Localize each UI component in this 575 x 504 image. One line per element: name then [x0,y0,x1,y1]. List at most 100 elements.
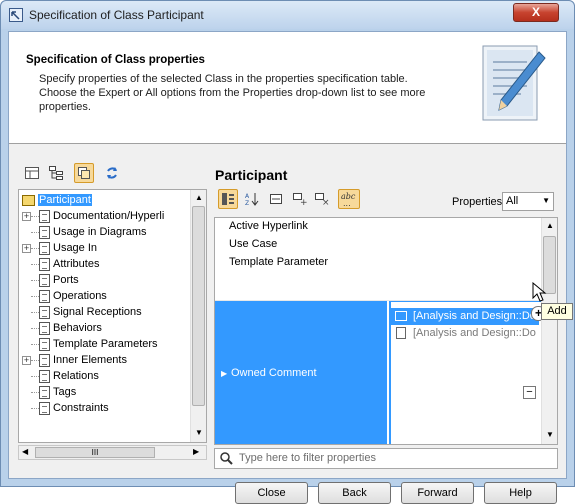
expand-toggle[interactable]: + [22,211,31,221]
document-icon [39,273,50,287]
tree-item-tags[interactable]: Tags [31,384,76,400]
tree-item-usage-in-diagrams[interactable]: Usage in Diagrams [31,224,147,240]
add-tooltip: Add [541,303,573,320]
mouse-cursor-icon [532,282,547,302]
document-icon [39,337,50,351]
collapse-view-icon[interactable] [266,189,286,209]
tree-item-template-parameters[interactable]: Template Parameters [31,336,158,352]
document-icon [39,369,50,383]
tree-hscroll-thumb[interactable]: III [35,447,155,458]
tree-item-signal-receptions[interactable]: Signal Receptions [31,304,142,320]
comment-item-label: [Analysis and Design::Do [413,310,536,322]
tree-item-usage-in[interactable]: + Usage In [22,240,97,256]
grid-view-icon[interactable] [22,163,42,183]
filter-placeholder: Type here to filter properties [239,452,376,464]
dialog-window: Specification of Class Participant X Spe… [0,0,575,504]
document-icon [39,385,50,399]
comment-item[interactable]: [Analysis and Design::Do [391,325,539,342]
scroll-down-icon[interactable]: ▼ [195,428,203,437]
scroll-right-icon[interactable]: ▶ [193,447,199,456]
categorized-view-icon[interactable] [218,189,238,209]
comment-list[interactable]: [Analysis and Design::Do [Analysis and D… [391,302,546,444]
tree-item-documentation[interactable]: + Documentation/Hyperli [22,208,164,224]
expand-all-icon[interactable]: + [290,189,310,209]
help-button[interactable]: Help [484,482,557,504]
title-bar: Specification of Class Participant X [1,1,574,29]
tree-item-label: Behaviors [53,322,102,334]
document-icon [396,327,406,340]
owned-comment-row[interactable]: ▶ Owned Comment [215,301,387,444]
scroll-left-icon[interactable]: ◀ [22,447,28,456]
tree-item-behaviors[interactable]: Behaviors [31,320,102,336]
document-icon [39,353,50,367]
specification-panel: Participant + Documentation/Hyperli Usag… [18,159,559,471]
document-icon [39,321,50,335]
filter-input[interactable]: Type here to filter properties [214,448,558,469]
svg-text:A: A [245,193,250,200]
tree-item-label: Signal Receptions [53,306,142,318]
close-window-button[interactable]: X [513,3,559,22]
header-description: Specify properties of the selected Class… [39,73,426,113]
tree-item-label: Constraints [53,402,109,414]
tree-item-participant[interactable]: Participant [22,192,92,208]
expand-arrow-icon[interactable]: ▶ [221,369,227,378]
scroll-up-icon[interactable]: ▲ [546,221,554,230]
tree-scroll-thumb[interactable] [192,206,205,406]
tree-item-ports[interactable]: Ports [31,272,79,288]
grid-row-active-hyperlink[interactable]: Active Hyperlink [215,218,541,235]
collapse-all-icon[interactable]: × [312,189,332,209]
class-icon [22,194,35,206]
grid-row-use-case[interactable]: Use Case [215,236,541,253]
dialog-client: Specification of Class properties Specif… [8,31,567,504]
document-icon [39,289,50,303]
properties-toolbar: AZ + × abc... Properties: All [214,189,558,215]
comment-item[interactable]: [Analysis and Design::Do [391,308,539,325]
abc-text-icon[interactable]: abc... [338,189,360,209]
back-button[interactable]: Back [318,482,391,504]
document-icon [39,305,50,319]
tree-item-constraints[interactable]: Constraints [31,400,109,416]
search-icon [220,452,233,465]
header-title: Specification of Class properties [26,54,205,66]
document-pencil-icon [482,45,546,121]
tree-horizontal-scrollbar[interactable]: ◀ III ▶ [18,445,207,460]
tree-item-relations[interactable]: Relations [31,368,99,384]
tree-item-label: Usage In [53,242,98,254]
sort-alphabetically-icon[interactable]: AZ [242,189,262,209]
grid-row-template-parameter[interactable]: Template Parameter [215,254,541,271]
specification-icon [9,8,23,22]
tree-item-label: Inner Elements [53,354,127,366]
window-title: Specification of Class Participant [29,8,204,22]
forward-button[interactable]: Forward [401,482,474,504]
properties-dropdown[interactable]: All [502,192,554,211]
tree-item-inner-elements[interactable]: + Inner Elements [22,352,127,368]
properties-label: Properties: [452,196,506,208]
properties-grid[interactable]: Active Hyperlink Use Case Template Param… [214,217,558,445]
svg-text:...: ... [343,199,351,207]
refresh-icon[interactable] [102,163,122,183]
grid-vertical-scrollbar[interactable]: ▲ ▼ [541,218,557,444]
tree-vertical-scrollbar[interactable]: ▲ ▼ [190,190,206,442]
tree-item-label: Ports [53,274,79,286]
expand-toggle[interactable]: + [22,355,31,365]
tree-view-icon[interactable] [46,163,66,183]
svg-text:Z: Z [245,200,249,206]
tree-item-label: Relations [53,370,99,382]
document-icon [39,401,50,415]
tree-item-attributes[interactable]: Attributes [31,256,99,272]
property-tree[interactable]: Participant + Documentation/Hyperli Usag… [18,189,207,443]
scroll-down-icon[interactable]: ▼ [546,430,554,439]
panel-title: Participant [215,167,288,183]
tree-item-label: Attributes [53,258,100,270]
close-button[interactable]: Close [235,482,308,504]
filter-toggle-icon[interactable] [74,163,94,183]
remove-comment-icon[interactable]: − [523,386,536,399]
tree-item-operations[interactable]: Operations [31,288,107,304]
expand-toggle[interactable]: + [22,243,31,253]
document-icon [39,241,50,255]
document-icon [39,257,50,271]
tree-item-label: Template Parameters [53,338,158,350]
svg-text:×: × [322,198,329,205]
comment-icon [395,311,407,322]
scroll-up-icon[interactable]: ▲ [195,193,203,202]
